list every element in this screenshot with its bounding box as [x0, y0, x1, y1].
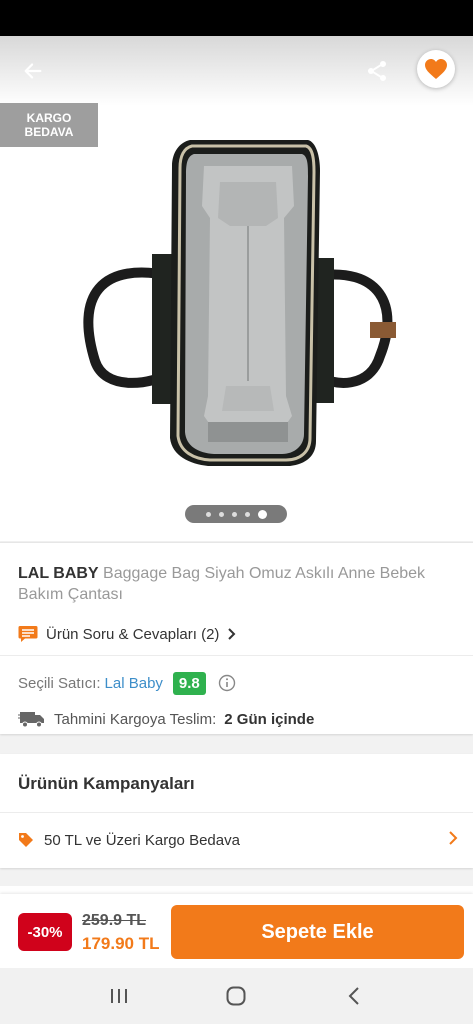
- badge-line-1: KARGO: [26, 111, 72, 125]
- gallery-top-shade: [0, 36, 473, 106]
- qa-label: Ürün Soru & Cevapları (2): [46, 625, 220, 643]
- current-price: 179.90 TL: [82, 934, 160, 953]
- product-info-card: LAL BABY Baggage Bag Siyah Omuz Askılı A…: [0, 542, 473, 734]
- back-icon: [348, 987, 359, 1005]
- info-icon[interactable]: [218, 674, 236, 692]
- product-photo: [83, 140, 396, 466]
- campaigns-card: Ürünün Kampanyaları 50 TL ve Üzeri Kargo…: [0, 754, 473, 868]
- badge-line-2: BEDAVA: [24, 125, 74, 139]
- shipping-value: 2 Gün içinde: [224, 710, 315, 728]
- campaigns-title: Ürünün Kampanyaları: [18, 774, 195, 793]
- campaign-item[interactable]: 50 TL ve Üzeri Kargo Bedava: [18, 828, 458, 852]
- chevron-right-icon: [228, 628, 236, 640]
- shipping-label: Tahmini Kargoya Teslim:: [54, 710, 217, 728]
- back-button[interactable]: [14, 52, 52, 90]
- seller-row: Seçili Satıcı: Lal Baby 9.8: [18, 671, 236, 695]
- favorite-button[interactable]: [417, 50, 455, 88]
- product-detail-screen: KARGO BEDAVA LAL BABY Baggage Bag Siyah …: [0, 36, 473, 1024]
- seller-label: Seçili Satıcı:: [18, 674, 101, 692]
- product-brand[interactable]: LAL BABY: [18, 565, 99, 582]
- seller-score-badge: 9.8: [172, 671, 206, 695]
- divider: [0, 812, 473, 813]
- leather-tab: [370, 322, 396, 338]
- shipping-estimate-row: Tahmini Kargoya Teslim: 2 Gün içinde: [18, 708, 314, 730]
- share-button[interactable]: [358, 52, 396, 90]
- product-title: LAL BABY Baggage Bag Siyah Omuz Askılı A…: [18, 563, 458, 605]
- back-arrow-icon: [24, 63, 42, 79]
- divider: [0, 655, 473, 656]
- gallery-pagination[interactable]: [185, 505, 287, 523]
- recent-apps-button[interactable]: [99, 976, 139, 1016]
- qa-link[interactable]: Ürün Soru & Cevapları (2): [18, 623, 237, 645]
- product-image-gallery[interactable]: KARGO BEDAVA: [0, 36, 473, 541]
- pagination-dot[interactable]: [218, 511, 224, 517]
- pagination-dot-active[interactable]: [257, 509, 267, 519]
- add-to-cart-bar: -30% 259.9 TL 179.90 TL Sepete Ekle: [0, 894, 473, 968]
- system-back-button[interactable]: [334, 976, 374, 1016]
- discount-badge: -30%: [18, 913, 72, 951]
- share-icon: [368, 61, 386, 81]
- seller-name-link[interactable]: Lal Baby: [105, 675, 163, 692]
- chat-bubble-icon: [18, 626, 38, 642]
- system-navigation-bar: [0, 968, 473, 1024]
- chevron-right-icon: [449, 831, 458, 845]
- pagination-dot[interactable]: [231, 511, 237, 517]
- free-shipping-badge: KARGO BEDAVA: [0, 103, 98, 147]
- tag-icon: [19, 833, 33, 847]
- truck-icon: [18, 712, 44, 728]
- heart-icon: [425, 59, 447, 79]
- add-to-cart-button[interactable]: Sepete Ekle: [171, 905, 464, 959]
- campaign-label: 50 TL ve Üzeri Kargo Bedava: [44, 831, 240, 849]
- old-price: 259.9 TL: [82, 912, 147, 929]
- home-button[interactable]: [216, 976, 256, 1016]
- recent-apps-icon: [110, 989, 127, 1003]
- pagination-dot[interactable]: [205, 511, 211, 517]
- home-icon: [226, 986, 246, 1006]
- status-bar: [0, 0, 473, 36]
- pagination-dot[interactable]: [244, 511, 250, 517]
